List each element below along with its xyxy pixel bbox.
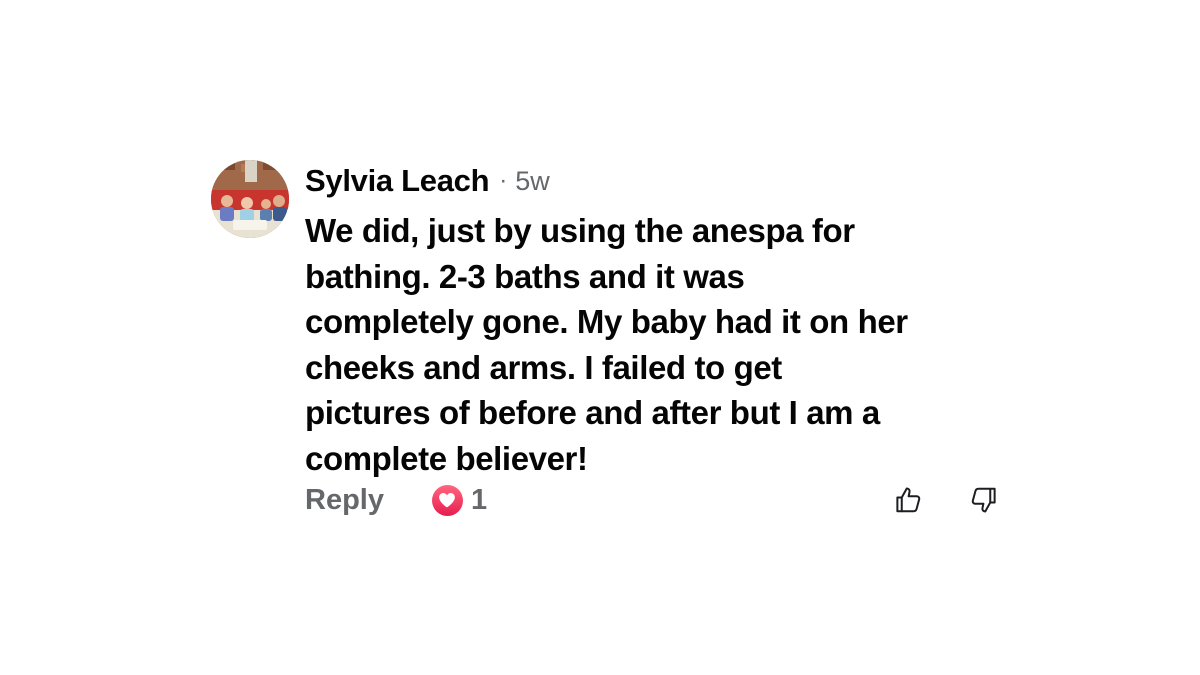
- comment-text-line: pictures of before and after but I am a: [305, 394, 880, 431]
- comment-text-line: completely gone. My baby had it on her: [305, 303, 908, 340]
- separator-dot: ·: [499, 167, 508, 194]
- comment-text-line: complete believer!: [305, 439, 588, 477]
- timestamp[interactable]: 5w: [515, 166, 550, 197]
- upvote-button[interactable]: [891, 483, 925, 517]
- thumbs-up-icon: [896, 487, 921, 513]
- comment-text-line: We did, just by using the anespa for: [305, 212, 855, 249]
- downvote-button[interactable]: [967, 483, 1001, 517]
- comment-actions: Reply 1: [305, 478, 1001, 522]
- comment-header: Sylvia Leach · 5w: [305, 158, 1005, 204]
- user-photo-icon: [211, 160, 289, 238]
- vote-controls: [891, 483, 1001, 517]
- comment: Sylvia Leach · 5w We did, just by using …: [211, 158, 1001, 528]
- author-name[interactable]: Sylvia Leach: [305, 163, 490, 199]
- comment-body: Sylvia Leach · 5w We did, just by using …: [305, 158, 1005, 481]
- heart-icon: [431, 484, 463, 516]
- comment-text-line: bathing. 2-3 baths and it was: [305, 257, 745, 295]
- comment-text-line: cheeks and arms. I failed to get: [305, 348, 782, 386]
- avatar[interactable]: [211, 160, 289, 238]
- thumbs-down-icon: [971, 487, 996, 513]
- reply-button[interactable]: Reply: [305, 484, 384, 517]
- comment-text: We did, just by using the anespa for bat…: [305, 208, 1005, 481]
- reaction-summary[interactable]: 1: [431, 483, 488, 517]
- reaction-count: 1: [470, 483, 488, 516]
